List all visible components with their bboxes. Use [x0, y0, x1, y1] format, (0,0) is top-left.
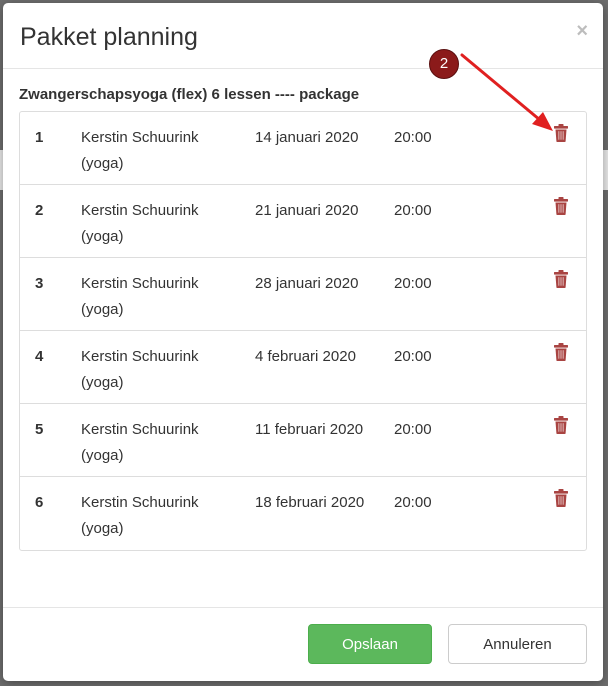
- lesson-time: 20:00: [394, 202, 432, 219]
- trash-icon[interactable]: [553, 196, 569, 216]
- package-title: Zwangerschapsyoga (flex) 6 lessen ---- p…: [19, 86, 360, 103]
- lesson-date: 28 januari 2020: [255, 275, 359, 292]
- lesson-number: 5: [35, 421, 44, 438]
- lesson-time: 20:00: [394, 421, 432, 438]
- table-row: 1 Kerstin Schuurink (yoga) 14 januari 20…: [20, 112, 586, 185]
- cancel-button[interactable]: Annuleren: [448, 624, 587, 664]
- modal-footer: Opslaan Annuleren: [3, 607, 603, 681]
- lesson-date: 18 februari 2020: [255, 494, 365, 511]
- lesson-teacher: Kerstin Schuurink (yoga): [81, 202, 199, 245]
- lesson-date: 21 januari 2020: [255, 202, 359, 219]
- trash-icon[interactable]: [553, 269, 569, 289]
- lesson-number: 1: [35, 129, 44, 146]
- save-button[interactable]: Opslaan: [308, 624, 432, 664]
- lesson-teacher: Kerstin Schuurink (yoga): [81, 129, 199, 172]
- lesson-date: 14 januari 2020: [255, 129, 359, 146]
- lesson-date: 4 februari 2020: [255, 348, 356, 365]
- lesson-time: 20:00: [394, 275, 432, 292]
- package-planning-modal: Pakket planning × Zwangerschapsyoga (fle…: [3, 3, 603, 681]
- trash-icon[interactable]: [553, 342, 569, 362]
- lesson-number: 6: [35, 494, 44, 511]
- modal-header: Pakket planning ×: [3, 3, 603, 69]
- trash-icon[interactable]: [553, 415, 569, 435]
- lesson-teacher: Kerstin Schuurink (yoga): [81, 494, 199, 537]
- lesson-teacher: Kerstin Schuurink (yoga): [81, 348, 199, 391]
- lesson-teacher: Kerstin Schuurink (yoga): [81, 275, 199, 318]
- trash-icon[interactable]: [553, 123, 569, 143]
- table-row: 4 Kerstin Schuurink (yoga) 4 februari 20…: [20, 331, 586, 404]
- annotation-badge: 2: [429, 49, 459, 79]
- trash-icon[interactable]: [553, 488, 569, 508]
- lesson-date: 11 februari 2020: [255, 421, 364, 438]
- table-row: 2 Kerstin Schuurink (yoga) 21 januari 20…: [20, 185, 586, 258]
- table-row: 5 Kerstin Schuurink (yoga) 11 februari 2…: [20, 404, 586, 477]
- lesson-number: 3: [35, 275, 44, 292]
- lesson-number: 4: [35, 348, 44, 365]
- table-row: 3 Kerstin Schuurink (yoga) 28 januari 20…: [20, 258, 586, 331]
- background-fragment: [603, 150, 608, 190]
- table-row: 6 Kerstin Schuurink (yoga) 18 februari 2…: [20, 477, 586, 550]
- lesson-table: 1 Kerstin Schuurink (yoga) 14 januari 20…: [19, 111, 587, 551]
- lesson-number: 2: [35, 202, 44, 219]
- lesson-time: 20:00: [394, 129, 432, 146]
- lesson-time: 20:00: [394, 348, 432, 365]
- lesson-time: 20:00: [394, 494, 432, 511]
- lesson-teacher: Kerstin Schuurink (yoga): [81, 421, 199, 464]
- close-icon[interactable]: ×: [576, 21, 588, 41]
- modal-title: Pakket planning: [20, 23, 198, 51]
